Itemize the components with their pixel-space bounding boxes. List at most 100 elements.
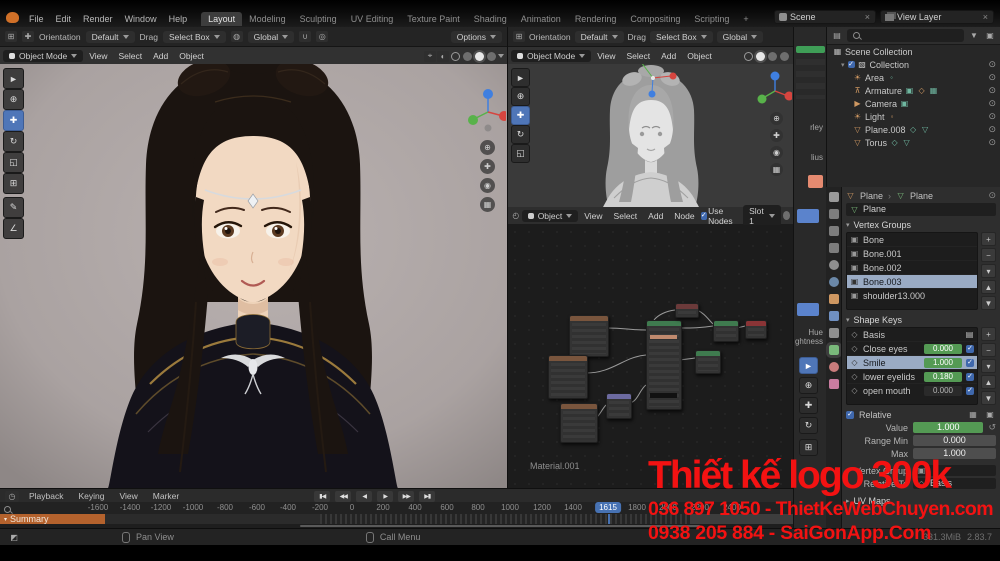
scrollbar-thumb[interactable]: [300, 525, 700, 527]
camera-view-icon[interactable]: ◉: [480, 178, 495, 193]
tool-move[interactable]: ✚: [799, 397, 818, 414]
green-slider-fragment[interactable]: [796, 46, 825, 53]
pin-icon[interactable]: ⊙: [988, 190, 996, 201]
shape-key-value[interactable]: 1.000: [924, 358, 962, 368]
slot-dropdown[interactable]: Slot 1: [743, 205, 781, 227]
tab-output-icon[interactable]: [829, 226, 839, 236]
playhead-line[interactable]: [608, 514, 610, 524]
tool-annotate[interactable]: ✎: [3, 197, 24, 218]
tool-scale[interactable]: ◱: [3, 152, 24, 173]
vertex-group-row[interactable]: ▣Bone.002: [847, 261, 977, 275]
tool-transform[interactable]: ⊞: [3, 173, 24, 194]
outliner-row-camera[interactable]: ▶ Camera ▣ ⊙: [827, 97, 1000, 110]
remove-vertex-group-button[interactable]: −: [981, 248, 996, 262]
view-menu[interactable]: View: [84, 50, 112, 62]
rgb-node[interactable]: [745, 320, 767, 339]
keying-menu[interactable]: Keying: [74, 490, 110, 502]
select-mode-dropdown[interactable]: Select Box: [650, 31, 713, 43]
shading-material-icon[interactable]: [475, 52, 484, 61]
relative-checkbox[interactable]: ✓: [846, 411, 854, 419]
hide-eye-icon[interactable]: ⊙: [988, 111, 996, 122]
new-collection-icon[interactable]: ▣: [984, 30, 996, 41]
shape-key-value[interactable]: 0.180: [924, 372, 962, 382]
mode-selector[interactable]: Object Mode: [3, 50, 83, 62]
tab-modifiers-icon[interactable]: [829, 311, 839, 321]
pivot-dropdown[interactable]: Global: [248, 31, 295, 43]
tab-object-icon[interactable]: [829, 294, 839, 304]
shape-key-row[interactable]: ◇lower eyelids0.180✓: [847, 370, 977, 384]
viewport-canvas-right[interactable]: ► ⊕ ✚ ↻ ◱ ⊕ ✚ ◉ ▦: [508, 64, 794, 207]
view-menu[interactable]: View: [115, 490, 143, 502]
shape-keys-section[interactable]: Shape Keys: [842, 313, 1000, 327]
clear-weights-icon[interactable]: ▣: [984, 409, 996, 420]
tab-scene-icon[interactable]: [829, 260, 839, 270]
add-menu[interactable]: Add: [643, 210, 668, 222]
vertex-group-row[interactable]: ▣Bone.001: [847, 247, 977, 261]
shape-key-row[interactable]: ◇open mouth0.000✓: [847, 384, 977, 397]
shape-key-mute-checkbox[interactable]: ✓: [966, 345, 974, 353]
shading-dropdown-icon[interactable]: [498, 54, 504, 58]
select-menu[interactable]: Select: [113, 50, 147, 62]
edit-mode-icon[interactable]: ▦: [967, 409, 979, 420]
hide-eye-icon[interactable]: ⊙: [988, 98, 996, 109]
node-menu[interactable]: Node: [669, 210, 699, 222]
prev-keyframe-button[interactable]: ◀◀: [335, 491, 351, 502]
view-layer-selector[interactable]: View Layer ×: [880, 10, 994, 24]
navigation-gizmo[interactable]: [756, 69, 792, 109]
tab-animation[interactable]: Animation: [514, 12, 568, 26]
shape-key-row[interactable]: ◇Basis▤: [847, 328, 977, 342]
shading-wireframe-icon[interactable]: [744, 52, 753, 61]
shape-key-row[interactable]: ◇Close eyes0.000✓: [847, 342, 977, 356]
editor-type-clock-icon[interactable]: ◷: [5, 491, 19, 502]
shape-key-mute-checkbox[interactable]: ✓: [966, 387, 974, 395]
pivot-dropdown[interactable]: Global: [717, 31, 764, 43]
keyframe-band[interactable]: [320, 514, 690, 524]
move-down-button[interactable]: ▼: [981, 391, 996, 405]
animate-dot-icon[interactable]: ↺: [988, 422, 996, 433]
tool-rotate[interactable]: ↻: [511, 125, 530, 144]
options-dropdown[interactable]: Options: [451, 31, 502, 43]
display-mode-icon[interactable]: ▤: [831, 30, 843, 41]
color-swatch-blue[interactable]: [797, 303, 819, 316]
use-nodes-checkbox[interactable]: ✓: [701, 212, 707, 220]
tool-select-box[interactable]: ►: [799, 357, 818, 374]
tool-rotate[interactable]: ↻: [3, 131, 24, 152]
hide-eye-icon[interactable]: ⊙: [988, 85, 996, 96]
add-shape-key-button[interactable]: +: [981, 327, 996, 341]
shading-rendered-icon[interactable]: [487, 52, 496, 61]
outliner-row-torus[interactable]: ▽ Torus ◇ ▽ ⊙: [827, 136, 1000, 149]
menu-window[interactable]: Window: [119, 12, 163, 26]
current-frame-badge[interactable]: 1615: [595, 502, 621, 513]
tab-render-icon[interactable]: [829, 209, 839, 219]
shading-rendered-icon[interactable]: [780, 52, 789, 61]
image-texture-node[interactable]: [569, 315, 609, 357]
vertex-group-row-selected[interactable]: ▣Bone.003: [847, 275, 977, 289]
hide-eye-icon[interactable]: ⊙: [988, 137, 996, 148]
view-menu[interactable]: View: [592, 50, 620, 62]
menu-render[interactable]: Render: [77, 12, 119, 26]
shape-key-value[interactable]: 0.000: [924, 344, 962, 354]
filter-funnel-icon[interactable]: ▼: [968, 30, 980, 41]
shader-node[interactable]: [695, 350, 721, 374]
datablock-name-field[interactable]: ▽ Plane: [846, 203, 996, 216]
move-down-button[interactable]: ▼: [981, 296, 996, 310]
outliner-row-area[interactable]: ☀ Area ◦ ⊙: [827, 71, 1000, 84]
tool-cursor[interactable]: ⊕: [511, 87, 530, 106]
image-texture-node[interactable]: [560, 403, 598, 443]
remove-shape-key-button[interactable]: −: [981, 343, 996, 357]
playback-menu[interactable]: Playback: [24, 490, 69, 502]
play-reverse-button[interactable]: ◀: [356, 491, 372, 502]
object-menu[interactable]: Object: [174, 50, 209, 62]
outliner-row-armature[interactable]: ⊼ Armature ▣ ◇ ▦ ⊙: [827, 84, 1000, 97]
tab-texture-paint[interactable]: Texture Paint: [400, 12, 467, 26]
jump-to-end-button[interactable]: ▶▮: [419, 491, 435, 502]
expand-icon[interactable]: ▾: [841, 61, 845, 69]
marker-menu[interactable]: Marker: [148, 490, 184, 502]
vertex-group-row[interactable]: ▣Bone: [847, 233, 977, 247]
select-mode-dropdown[interactable]: Select Box: [163, 31, 226, 43]
range-min-field[interactable]: 0.000: [913, 435, 996, 446]
select-menu[interactable]: Select: [621, 50, 655, 62]
proportional-edit-icon[interactable]: ◎: [316, 31, 328, 42]
outliner-row-plane[interactable]: ▽ Plane.008 ◇ ▽ ⊙: [827, 123, 1000, 136]
tab-view-layer-icon[interactable]: [829, 243, 839, 253]
